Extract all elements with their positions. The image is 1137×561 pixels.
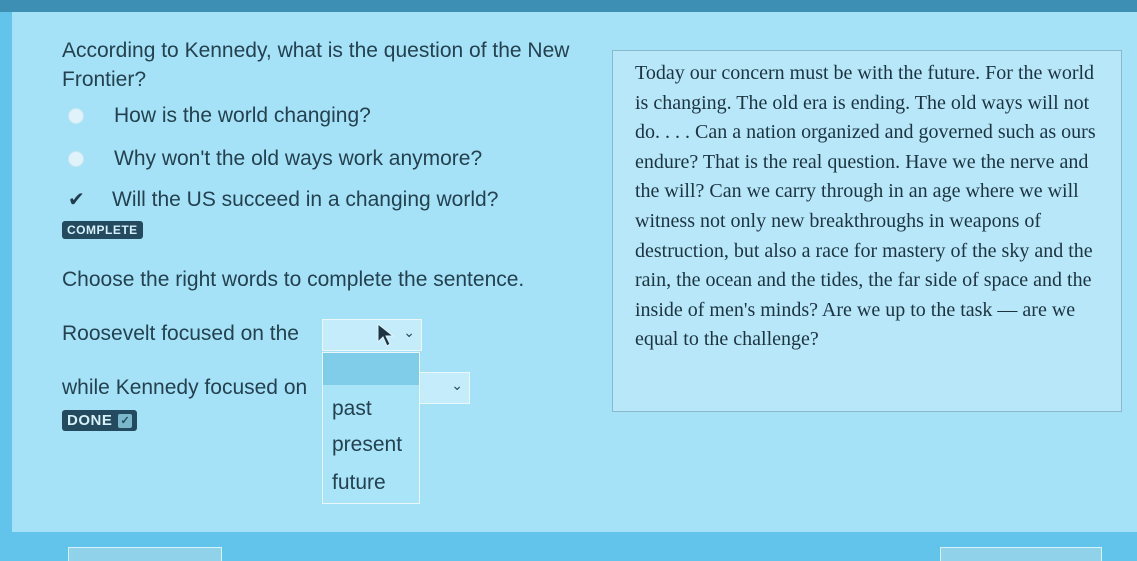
radio-button[interactable] bbox=[68, 151, 84, 167]
bottom-right-button[interactable] bbox=[940, 547, 1102, 561]
answer-option-3[interactable]: ✔ Will the US succeed in a changing worl… bbox=[62, 186, 498, 214]
mouse-cursor-icon bbox=[377, 322, 395, 347]
answer-option-2[interactable]: Why won't the old ways work anymore? bbox=[62, 145, 482, 173]
sentence-instruction: Choose the right words to complete the s… bbox=[62, 268, 525, 291]
done-badge: DONE ✓ bbox=[62, 410, 138, 431]
passage-text: Today our concern must be with the futur… bbox=[635, 62, 1096, 351]
radio-button[interactable] bbox=[68, 108, 84, 124]
answer-label: How is the world changing? bbox=[114, 104, 371, 127]
answer-label: Why won't the old ways work anymore? bbox=[114, 147, 483, 170]
dropdown-option-past[interactable]: past bbox=[332, 397, 372, 421]
done-label: DONE bbox=[67, 412, 113, 429]
dropdown-menu: past present future bbox=[322, 352, 420, 504]
dropdown-highlight bbox=[323, 353, 419, 385]
sentence-part-1: Roosevelt focused on the bbox=[62, 322, 299, 345]
chevron-down-icon: ⌄ bbox=[403, 324, 415, 340]
dropdown-select-1[interactable]: ⌄ bbox=[322, 319, 422, 351]
done-check-icon: ✓ bbox=[118, 413, 133, 428]
dropdown-option-present[interactable]: present bbox=[332, 433, 402, 457]
chevron-down-icon: ⌄ bbox=[451, 377, 463, 393]
dropdown-option-future[interactable]: future bbox=[332, 471, 386, 495]
sentence-part-2: while Kennedy focused on bbox=[62, 376, 308, 399]
answer-label: Will the US succeed in a changing world? bbox=[112, 188, 499, 211]
answer-option-1[interactable]: How is the world changing? bbox=[62, 102, 371, 130]
complete-badge: COMPLETE bbox=[62, 221, 143, 239]
question-text: According to Kennedy, what is the questi… bbox=[62, 39, 570, 91]
top-bar bbox=[0, 0, 1137, 12]
check-icon: ✔ bbox=[68, 189, 85, 211]
bottom-left-button[interactable] bbox=[68, 547, 222, 561]
passage-box: Today our concern must be with the futur… bbox=[612, 50, 1122, 412]
